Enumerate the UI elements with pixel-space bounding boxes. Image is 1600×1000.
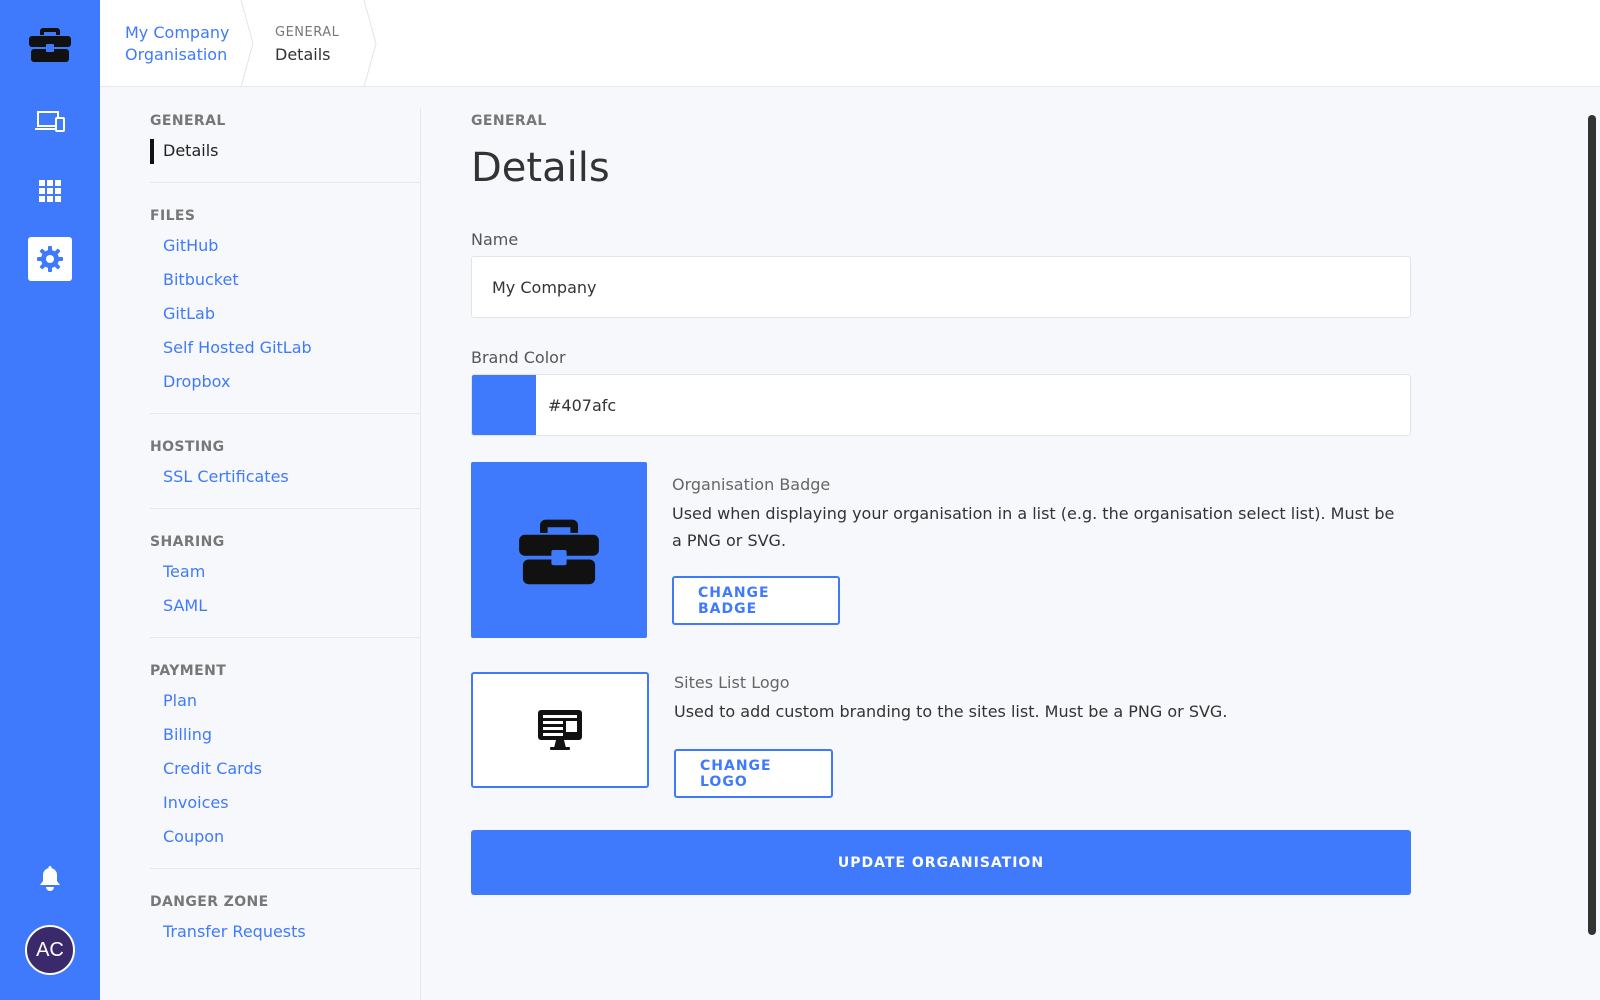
sidebar-item-dropbox[interactable]: Dropbox <box>150 365 420 399</box>
badge-description: Used when displaying your organisation i… <box>672 504 1395 550</box>
grid-icon[interactable] <box>28 169 72 213</box>
bell-icon[interactable] <box>28 857 72 901</box>
details-form: GENERAL Details Name My Company Brand Co… <box>471 108 1411 895</box>
sidebar-group-title: HOSTING <box>150 439 225 455</box>
breadcrumb-section: GENERAL Details <box>275 0 339 87</box>
brand-color-swatch[interactable] <box>472 375 536 435</box>
sidebar-group-sharing: SHARING Team SAML <box>150 529 420 638</box>
page-title: Details <box>471 145 610 191</box>
breadcrumb-org-name[interactable]: My Company <box>125 22 229 44</box>
organisation-badge-section: Organisation Badge Used when displaying … <box>471 462 1411 638</box>
scrollbar[interactable] <box>1588 115 1596 935</box>
logo-title: Sites List Logo <box>674 673 790 692</box>
sidebar-divider <box>420 108 421 1000</box>
change-logo-button[interactable]: CHANGE LOGO <box>674 749 833 798</box>
sidebar-group-title: DANGER ZONE <box>150 894 269 910</box>
sidebar-group-title: GENERAL <box>150 113 226 129</box>
sidebar-group-title: FILES <box>150 208 196 224</box>
sidebar-group-hosting: HOSTING SSL Certificates <box>150 434 420 509</box>
sidebar-group-files: FILES GitHub Bitbucket GitLab Self Hoste… <box>150 203 420 414</box>
sidebar-item-team[interactable]: Team <box>150 555 420 589</box>
top-bar: My Company Organisation GENERAL Details <box>100 0 1600 87</box>
sidebar-item-transfer-requests[interactable]: Transfer Requests <box>150 915 420 949</box>
sidebar-item-self-hosted-gitlab[interactable]: Self Hosted GitLab <box>150 331 420 365</box>
badge-preview <box>471 462 647 638</box>
sidebar-item-bitbucket[interactable]: Bitbucket <box>150 263 420 297</box>
avatar[interactable]: AC <box>25 925 75 975</box>
sidebar-group-payment: PAYMENT Plan Billing Credit Cards Invoic… <box>150 658 420 869</box>
sidebar-group-title: PAYMENT <box>150 663 227 679</box>
breadcrumb-org-type[interactable]: Organisation <box>125 44 229 66</box>
devices-icon[interactable] <box>28 100 72 144</box>
sidebar-group-danger-zone: DANGER ZONE Transfer Requests <box>150 889 420 963</box>
sidebar-item-github[interactable]: GitHub <box>150 229 420 263</box>
briefcase-icon <box>519 519 599 585</box>
breadcrumb-separator <box>363 0 377 87</box>
sidebar-item-saml[interactable]: SAML <box>150 589 420 623</box>
logo-info: Sites List Logo Used to add custom brand… <box>674 672 1404 798</box>
sidebar-item-details[interactable]: Details <box>150 134 420 168</box>
badge-info: Organisation Badge Used when displaying … <box>672 462 1402 638</box>
update-organisation-button[interactable]: UPDATE ORGANISATION <box>471 830 1411 895</box>
app-rail: AC <box>0 0 100 1000</box>
briefcase-icon[interactable] <box>28 24 72 64</box>
breadcrumb-section-kicker: GENERAL <box>275 24 340 40</box>
breadcrumb-separator <box>240 0 254 87</box>
brand-color-label: Brand Color <box>471 348 566 367</box>
settings-sidebar: GENERAL Details FILES GitHub Bitbucket G… <box>150 108 420 983</box>
gear-icon[interactable] <box>28 237 72 281</box>
name-field-value[interactable]: My Company <box>472 278 596 297</box>
section-kicker: GENERAL <box>471 113 547 129</box>
sidebar-item-invoices[interactable]: Invoices <box>150 786 420 820</box>
brand-color-field[interactable]: #407afc <box>471 374 1411 436</box>
logo-description: Used to add custom branding to the sites… <box>674 702 1228 721</box>
breadcrumb-organisation[interactable]: My Company Organisation <box>125 0 229 87</box>
name-label: Name <box>471 230 519 249</box>
sidebar-item-gitlab[interactable]: GitLab <box>150 297 420 331</box>
sidebar-item-coupon[interactable]: Coupon <box>150 820 420 854</box>
sidebar-group-general: GENERAL Details <box>150 108 420 183</box>
sidebar-item-ssl-certificates[interactable]: SSL Certificates <box>150 460 420 494</box>
change-badge-button[interactable]: CHANGE BADGE <box>672 576 840 625</box>
breadcrumb-section-value: Details <box>275 44 331 64</box>
name-field[interactable]: My Company <box>471 256 1411 318</box>
logo-preview <box>471 672 649 788</box>
sidebar-group-title: SHARING <box>150 534 225 550</box>
badge-title: Organisation Badge <box>672 475 831 494</box>
sidebar-item-plan[interactable]: Plan <box>150 684 420 718</box>
sidebar-item-credit-cards[interactable]: Credit Cards <box>150 752 420 786</box>
sites-list-logo-section: Sites List Logo Used to add custom brand… <box>471 672 1411 798</box>
monitor-icon <box>538 710 582 750</box>
brand-color-value[interactable]: #407afc <box>536 396 616 415</box>
sidebar-item-billing[interactable]: Billing <box>150 718 420 752</box>
